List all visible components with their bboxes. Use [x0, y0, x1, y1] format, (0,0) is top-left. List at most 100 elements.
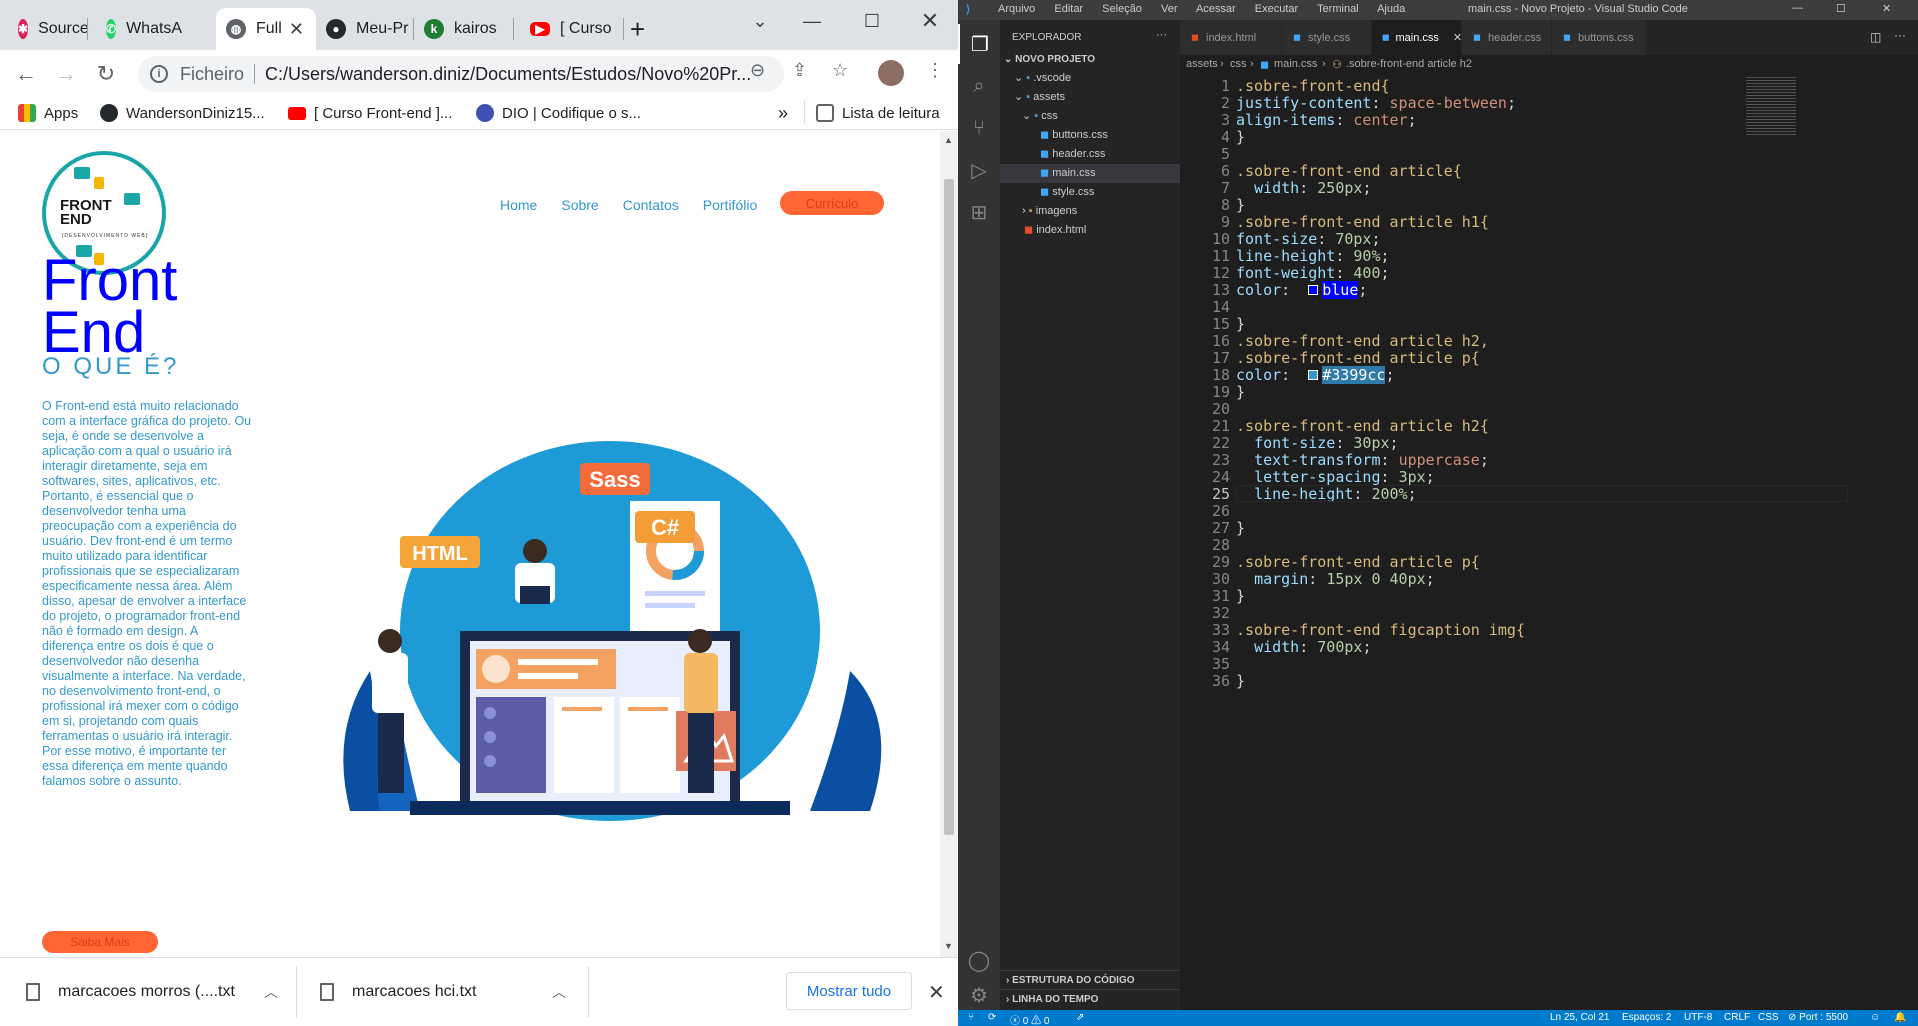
- tab-kairos[interactable]: k kairos: [414, 8, 514, 50]
- timeline-panel[interactable]: › LINHA DO TEMPO: [1000, 989, 1180, 1008]
- search-icon[interactable]: ⌕: [958, 66, 1000, 106]
- menu-ver[interactable]: Ver: [1161, 3, 1178, 15]
- live-server-port[interactable]: ⊘ Port : 5500: [1788, 1012, 1848, 1023]
- minimize-icon[interactable]: —: [1792, 2, 1803, 14]
- run-debug-icon[interactable]: ▷: [958, 150, 1000, 190]
- close-window-icon[interactable]: ✕: [910, 4, 950, 38]
- bookmarks-overflow[interactable]: »: [778, 102, 788, 124]
- tab-search-icon[interactable]: ⌄: [740, 4, 780, 38]
- tree-item-index-html[interactable]: ◼ index.html: [1024, 221, 1086, 240]
- menu-ajuda[interactable]: Ajuda: [1377, 3, 1405, 15]
- download-item[interactable]: marcacoes hci.txt ︿: [320, 972, 570, 1012]
- new-tab-button[interactable]: +: [630, 8, 670, 50]
- scrollbar-thumb[interactable]: [944, 179, 954, 835]
- code-line[interactable]: font-size: 70px;: [1236, 230, 1381, 248]
- feedback-icon[interactable]: ☺: [1870, 1012, 1880, 1023]
- code-line[interactable]: .sobre-front-end article h2{: [1236, 417, 1489, 435]
- code-line[interactable]: .sobre-front-end figcaption img{: [1236, 621, 1525, 639]
- chevron-up-icon[interactable]: ︿: [264, 982, 278, 1002]
- tree-item-imagens[interactable]: › ▪ imagens: [1022, 202, 1077, 221]
- menu-kebab-icon[interactable]: ⋮: [926, 60, 944, 81]
- scroll-down-icon[interactable]: ▼: [944, 941, 953, 951]
- download-item[interactable]: marcacoes morros (....txt ︿: [26, 972, 286, 1012]
- close-window-icon[interactable]: ✕: [1882, 2, 1891, 15]
- forward-icon[interactable]: →: [50, 58, 82, 90]
- tree-item-header-css[interactable]: ◼ header.css: [1040, 145, 1105, 164]
- saiba-mais-button[interactable]: Saiba Mais: [42, 931, 158, 953]
- code-line[interactable]: .sobre-front-end{: [1236, 77, 1390, 95]
- outline-panel[interactable]: › ESTRUTURA DO CÓDIGO: [1000, 970, 1180, 989]
- code-line[interactable]: }: [1236, 672, 1245, 690]
- project-root[interactable]: ⌄ NOVO PROJETO: [1004, 50, 1095, 69]
- tree-item-vscode[interactable]: ⌄ ▪ .vscode: [1014, 69, 1071, 88]
- tab-style-css[interactable]: ◼ style.css: [1282, 20, 1372, 55]
- language-mode[interactable]: CSS: [1758, 1012, 1779, 1023]
- info-icon[interactable]: i: [150, 65, 168, 83]
- bookmark-apps[interactable]: Apps: [18, 102, 78, 124]
- tab-index-html[interactable]: ◼ index.html: [1180, 20, 1282, 55]
- code-line[interactable]: text-transform: uppercase;: [1236, 451, 1489, 469]
- code-line[interactable]: }: [1236, 128, 1245, 146]
- menu-acessar[interactable]: Acessar: [1196, 3, 1236, 15]
- minimize-icon[interactable]: —: [792, 4, 832, 38]
- code-line[interactable]: .sobre-front-end article p{: [1236, 349, 1480, 367]
- nav-sobre[interactable]: Sobre: [561, 197, 598, 221]
- more-actions-icon[interactable]: ···: [1894, 28, 1906, 42]
- tab-github[interactable]: ● Meu-Pr: [316, 8, 414, 50]
- code-line[interactable]: font-weight: 400;: [1236, 264, 1390, 282]
- reading-list[interactable]: Lista de leitura: [816, 102, 940, 124]
- close-tab-icon[interactable]: ✕: [289, 19, 304, 40]
- nav-home[interactable]: Home: [500, 197, 537, 221]
- code-line[interactable]: .sobre-front-end article{: [1236, 162, 1462, 180]
- code-editor[interactable]: 1 .sobre-front-end{2 justify-content: spac…: [1180, 77, 1918, 1010]
- code-line[interactable]: align-items: center;: [1236, 111, 1417, 129]
- menu-executar[interactable]: Executar: [1255, 3, 1298, 15]
- code-line[interactable]: font-size: 30px;: [1236, 434, 1399, 452]
- menu-terminal[interactable]: Terminal: [1317, 3, 1359, 15]
- settings-gear-icon[interactable]: ⚙: [958, 975, 1000, 1015]
- minimap[interactable]: [1746, 77, 1796, 137]
- code-line[interactable]: width: 250px;: [1236, 179, 1371, 197]
- bookmark-curso[interactable]: [ Curso Front-end ]...: [288, 102, 452, 124]
- scroll-up-icon[interactable]: ▲: [944, 135, 953, 145]
- end-of-line[interactable]: CRLF: [1724, 1012, 1750, 1023]
- code-line[interactable]: width: 700px;: [1236, 638, 1371, 656]
- indentation[interactable]: Espaços: 2: [1622, 1012, 1671, 1023]
- avatar[interactable]: [878, 60, 904, 86]
- live-share-icon[interactable]: ⇗: [1076, 1012, 1084, 1023]
- tree-item-assets[interactable]: ⌄ ▪ assets: [1014, 88, 1065, 107]
- bookmark-star-icon[interactable]: ☆: [832, 60, 848, 81]
- tree-item-css[interactable]: ⌄ ▪ css: [1022, 107, 1058, 126]
- back-icon[interactable]: ←: [10, 58, 42, 90]
- zoom-icon[interactable]: ⊖: [750, 60, 765, 81]
- code-line[interactable]: .sobre-front-end article h2,: [1236, 332, 1489, 350]
- nav-portifolio[interactable]: Portifólio: [703, 197, 757, 221]
- menu-selecao[interactable]: Seleção: [1102, 3, 1142, 15]
- menu-editar[interactable]: Editar: [1054, 3, 1083, 15]
- nav-contatos[interactable]: Contatos: [623, 197, 679, 221]
- code-line[interactable]: letter-spacing: 3px;: [1236, 468, 1435, 486]
- problems-indicator[interactable]: ⓧ 0 ⚠ 0: [1010, 1012, 1049, 1026]
- bookmark-github[interactable]: WandersonDiniz15...: [100, 102, 265, 124]
- tab-header-css[interactable]: ◼ header.css: [1462, 20, 1552, 55]
- bell-icon[interactable]: 🔔: [1894, 1012, 1906, 1023]
- tab-full[interactable]: ◍ Full ✕: [216, 8, 316, 50]
- code-line[interactable]: color: #3399cc;: [1236, 366, 1395, 384]
- tree-item-style-css[interactable]: ◼ style.css: [1040, 183, 1094, 202]
- account-icon[interactable]: ◯: [958, 940, 1000, 980]
- tab-source[interactable]: ✱ Source: [0, 8, 89, 50]
- code-line[interactable]: }: [1236, 315, 1245, 333]
- code-line[interactable]: margin: 15px 0 40px;: [1236, 570, 1435, 588]
- show-all-button[interactable]: Mostrar tudo: [786, 972, 912, 1010]
- tab-buttons-css[interactable]: ◼ buttons.css: [1552, 20, 1646, 55]
- maximize-icon[interactable]: ☐: [1836, 2, 1846, 15]
- tree-item-main-css[interactable]: ◼ main.css: [1000, 164, 1180, 183]
- code-line[interactable]: color: blue;: [1236, 281, 1367, 299]
- more-actions-icon[interactable]: ···: [1156, 26, 1167, 45]
- encoding[interactable]: UTF-8: [1684, 1012, 1712, 1023]
- chevron-up-icon[interactable]: ︿: [552, 982, 566, 1002]
- remote-icon[interactable]: ⑂: [968, 1012, 974, 1023]
- tab-whatsapp[interactable]: ✆ WhatsA: [88, 8, 182, 50]
- source-control-icon[interactable]: ⑂: [958, 108, 1000, 148]
- explorer-icon[interactable]: ❐: [958, 24, 1000, 64]
